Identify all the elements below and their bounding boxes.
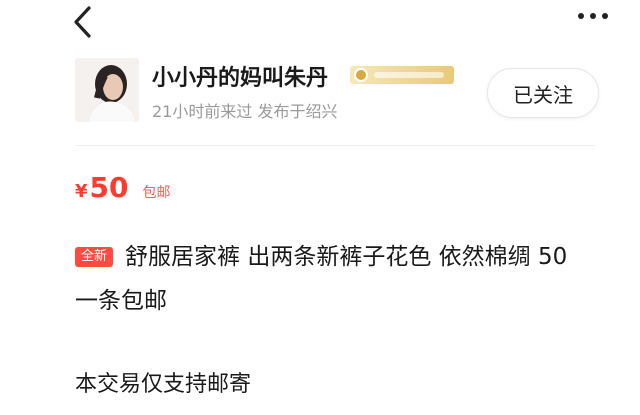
item-description: 全新 舒服居家裤 出两条新裤子花色 依然棉绸 50一条包邮: [75, 235, 575, 323]
condition-badge: 全新: [75, 247, 114, 267]
currency-symbol: ¥: [75, 181, 88, 202]
section-divider: [75, 145, 595, 146]
back-button[interactable]: [68, 4, 98, 40]
price-value: 50: [89, 171, 129, 204]
badge-icon: [354, 68, 368, 82]
more-options-button[interactable]: [578, 13, 608, 19]
description-text: 舒服居家裤 出两条新裤子花色 依然棉绸 50一条包邮: [75, 244, 568, 314]
seller-activity-meta: 21小时前来过 发布于绍兴: [152, 102, 338, 121]
seller-level-badge: [350, 66, 454, 84]
item-detail-page: 小小丹的妈叫朱丹 21小时前来过 发布于绍兴 已关注 ¥ 50 包邮 全新 舒服居…: [0, 0, 640, 415]
more-dots-icon: [578, 13, 584, 19]
follow-button[interactable]: 已关注: [487, 68, 599, 118]
trade-method-note: 本交易仅支持邮寄: [75, 372, 252, 397]
avatar-image: [75, 58, 139, 122]
seller-name[interactable]: 小小丹的妈叫朱丹: [152, 60, 328, 92]
seller-avatar[interactable]: [75, 58, 139, 122]
free-shipping-tag: 包邮: [142, 185, 171, 201]
chevron-left-icon: [74, 6, 91, 38]
price-row: ¥ 50 包邮: [75, 171, 171, 204]
